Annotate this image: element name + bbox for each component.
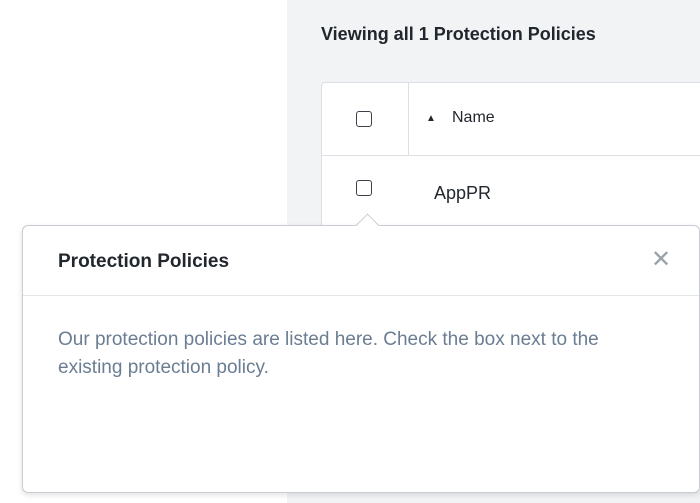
onboarding-popover: Protection Policies ✕ Our protection pol… [22, 213, 700, 493]
popover-title: Protection Policies [58, 251, 230, 272]
select-all-checkbox[interactable] [356, 111, 372, 127]
popover-header: Protection Policies ✕ [23, 226, 699, 296]
popover-body: Our protection policies are listed here.… [58, 329, 599, 378]
select-all-cell [322, 83, 409, 155]
page-title: Viewing all 1 Protection Policies [321, 24, 596, 44]
policy-table: ▲ Name AppPR [321, 82, 700, 244]
sort-ascending-icon[interactable]: ▲ [426, 113, 436, 124]
close-icon[interactable]: ✕ [647, 246, 675, 274]
table-row[interactable]: AppPR [322, 156, 700, 226]
table-header: ▲ Name [322, 83, 700, 156]
policy-name[interactable]: AppPR [434, 183, 491, 204]
row-checkbox[interactable] [356, 180, 372, 196]
column-header-name[interactable]: Name [452, 109, 495, 127]
